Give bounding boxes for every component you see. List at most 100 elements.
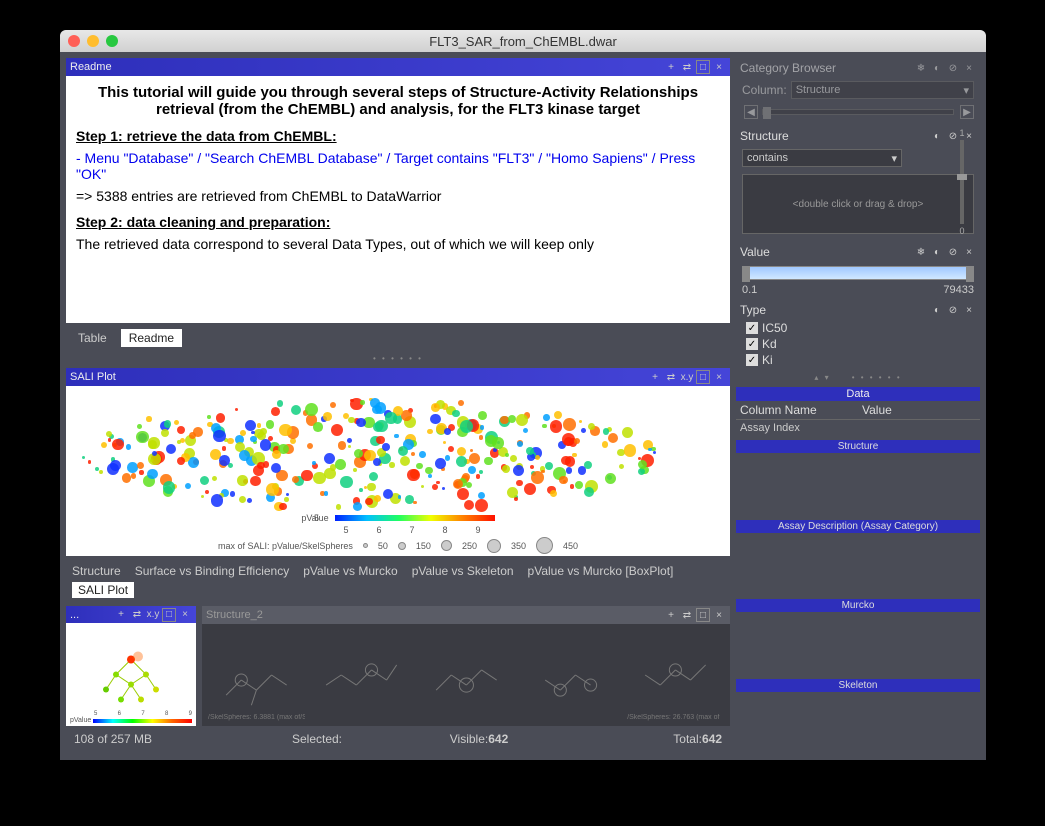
maximize-icon[interactable]: □	[162, 608, 176, 622]
tab-sali[interactable]: SALI Plot	[72, 582, 134, 598]
gear-icon[interactable]: ◐	[930, 61, 944, 75]
link-icon[interactable]: ⇄	[680, 608, 694, 622]
tab-table[interactable]: Table	[70, 329, 115, 347]
mini-panel-title: ...	[70, 609, 79, 621]
disable-icon[interactable]: ⊘	[946, 61, 960, 75]
readme-step2-text: The retrieved data correspond to several…	[76, 236, 720, 252]
tab-pv-murcko[interactable]: pValue vs Murcko	[303, 564, 397, 578]
sali-panel-title: SALI Plot	[70, 371, 116, 383]
size-dot-icon	[363, 543, 368, 548]
tab-structure[interactable]: Structure	[72, 564, 121, 578]
data-section-structure[interactable]: Structure	[736, 440, 980, 453]
tab-pv-skeleton[interactable]: pValue vs Skeleton	[412, 564, 514, 578]
sali-scatter-plot[interactable]: pValue 5 5 6 7 8 9 m	[66, 386, 730, 556]
plus-icon[interactable]: +	[114, 608, 128, 622]
checkbox-ki[interactable]: ✓Ki	[736, 352, 980, 368]
snowflake-icon[interactable]: ❄	[914, 245, 928, 259]
maximize-icon[interactable]: □	[696, 370, 710, 384]
size-dot-icon	[487, 539, 501, 553]
link-icon[interactable]: ⇄	[130, 608, 144, 622]
data-section-murcko[interactable]: Murcko	[736, 599, 980, 612]
plus-icon[interactable]: +	[664, 60, 678, 74]
link-icon[interactable]: ⇄	[680, 60, 694, 74]
structure2-grid[interactable]: /SkelSpheres: 6.3881 (max of/SkelSpheres…	[202, 624, 730, 726]
maximize-icon[interactable]: □	[696, 608, 710, 622]
similarity-slider[interactable]: 1 0	[950, 126, 974, 238]
close-icon[interactable]: ×	[178, 608, 192, 622]
chevron-down-icon: ▾	[891, 152, 897, 165]
maximize-icon[interactable]: □	[696, 60, 710, 74]
divider-icon[interactable]: ▴ ▾ • • • • • •	[736, 372, 980, 383]
tab-readme[interactable]: Readme	[121, 329, 182, 347]
data-columns: Column Name Value	[736, 401, 980, 420]
snowflake-icon[interactable]: ❄	[914, 61, 928, 75]
plus-icon[interactable]: +	[648, 370, 662, 384]
sali-panel-header: SALI Plot + ⇄ x.y □ ×	[66, 368, 730, 386]
close-icon[interactable]: ×	[712, 608, 726, 622]
category-browser-header: Category Browser ❄ ◐ ⊘ ×	[736, 58, 980, 78]
yinyang-icon[interactable]: ◐	[930, 245, 944, 259]
value-max: 79433	[943, 284, 974, 296]
molecule-cell[interactable]: /SkelSpheres: 26.763 (max of	[625, 628, 726, 722]
readme-panel-title: Readme	[70, 61, 112, 73]
data-panel: Data Column Name Value Assay Index Struc…	[736, 387, 980, 754]
tab-pv-murcko-box[interactable]: pValue vs Murcko [BoxPlot]	[528, 564, 674, 578]
mini-plot[interactable]: pValue 5 6 7 8 9	[66, 623, 196, 726]
readme-content: This tutorial will guide you through sev…	[66, 76, 730, 323]
app-window: FLT3_SAR_from_ChEMBL.dwar Readme + ⇄ □ ×…	[60, 30, 986, 760]
colorbar-icon	[335, 515, 495, 521]
readme-heading: This tutorial will guide you through sev…	[76, 84, 720, 118]
link-icon[interactable]: ⇄	[664, 370, 678, 384]
status-bar: 108 of 257 MB Selected: Visible:642 Tota…	[66, 730, 730, 748]
category-slider[interactable]	[762, 109, 954, 115]
checkbox-ic50[interactable]: ✓IC50	[736, 320, 980, 336]
disable-icon[interactable]: ⊘	[946, 303, 960, 317]
column-select[interactable]: Structure▾	[791, 81, 974, 99]
readme-step1-result: => 5388 entries are retrieved from ChEMB…	[76, 188, 720, 204]
data-row[interactable]: Assay Index	[736, 420, 980, 436]
structure-dropzone[interactable]: <double click or drag & drop>	[742, 174, 974, 234]
sali-legend: pValue 5 5 6 7 8 9 m	[66, 513, 730, 554]
data-section-assay[interactable]: Assay Description (Assay Category)	[736, 520, 980, 533]
readme-step2-label: Step 2: data cleaning and preparation:	[76, 214, 720, 230]
value-filter-header: Value ❄ ◐ ⊘ ×	[736, 242, 980, 262]
value-range-slider[interactable]	[742, 266, 974, 280]
size-dot-icon	[536, 537, 553, 554]
readme-step1-label: Step 1: retrieve the data from ChEMBL:	[76, 128, 720, 144]
molecule-cell[interactable]	[416, 628, 517, 722]
window-title: FLT3_SAR_from_ChEMBL.dwar	[60, 34, 986, 49]
data-panel-header: Data	[736, 387, 980, 401]
yinyang-icon[interactable]: ◐	[930, 129, 944, 143]
disable-icon[interactable]: ⊘	[946, 245, 960, 259]
prev-icon[interactable]: ◀	[744, 105, 758, 119]
size-dot-icon	[441, 540, 452, 551]
memory-status: 108 of 257 MB	[74, 732, 236, 746]
plus-icon[interactable]: +	[664, 608, 678, 622]
titlebar: FLT3_SAR_from_ChEMBL.dwar	[60, 30, 986, 52]
molecule-cell[interactable]	[520, 628, 621, 722]
xy-icon[interactable]: x.y	[680, 370, 694, 384]
structure-filter-header: Structure ◐ ⊘ ×	[736, 126, 980, 146]
structure-mode-select[interactable]: contains▾	[742, 149, 902, 167]
data-section-skeleton[interactable]: Skeleton	[736, 679, 980, 692]
mini-panel-header: ... + ⇄ x.y □ ×	[66, 606, 196, 623]
main-tabs: Table Readme	[66, 327, 730, 349]
molecule-cell[interactable]	[311, 628, 412, 722]
close-icon[interactable]: ×	[712, 60, 726, 74]
yinyang-icon[interactable]: ◐	[930, 303, 944, 317]
close-icon[interactable]: ×	[962, 303, 976, 317]
chevron-down-icon: ▾	[963, 84, 969, 97]
readme-panel-header: Readme + ⇄ □ ×	[66, 58, 730, 76]
close-icon[interactable]: ×	[712, 370, 726, 384]
divider-icon[interactable]: • • • • • •	[66, 353, 730, 364]
type-filter-header: Type ◐ ⊘ ×	[736, 300, 980, 320]
xy-icon[interactable]: x.y	[146, 608, 160, 622]
close-icon[interactable]: ×	[962, 245, 976, 259]
next-icon[interactable]: ▶	[960, 105, 974, 119]
close-icon[interactable]: ×	[962, 61, 976, 75]
tab-surface[interactable]: Surface vs Binding Efficiency	[135, 564, 290, 578]
size-axis-label: max of SALI: pValue/SkelSpheres	[218, 541, 353, 551]
checkbox-kd[interactable]: ✓Kd	[736, 336, 980, 352]
molecule-cell[interactable]: /SkelSpheres: 6.3881 (max of/SkelSpheres…	[206, 628, 307, 722]
value-min: 0.1	[742, 284, 757, 296]
